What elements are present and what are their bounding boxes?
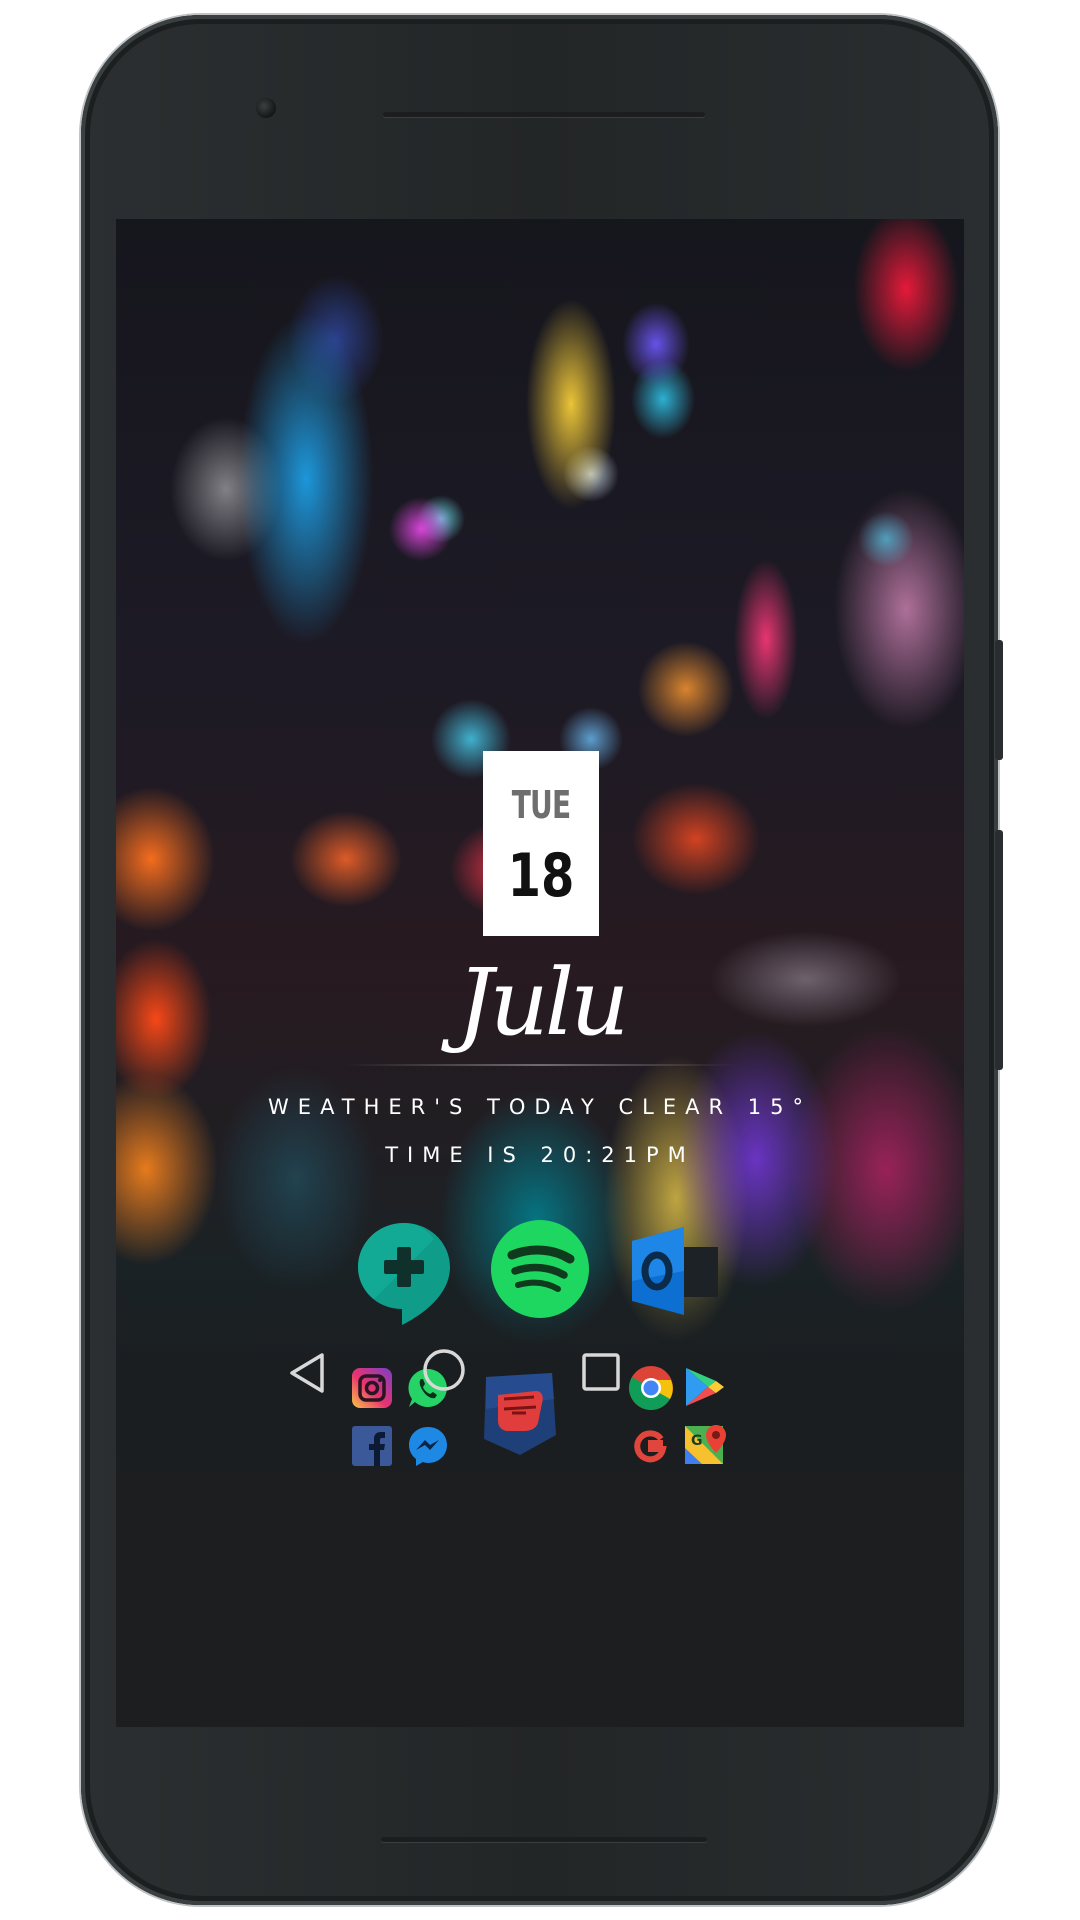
time-text: TIME IS 20:21PM [385, 1143, 695, 1167]
bottom-speaker [381, 1837, 707, 1842]
outlook-icon[interactable] [626, 1221, 726, 1321]
recents-button[interactable] [580, 1351, 622, 1398]
brand-logo: Julu [456, 949, 630, 1056]
date-widget[interactable]: TUE 18 [483, 751, 599, 936]
power-button [995, 640, 1003, 760]
messenger-icon[interactable] [406, 1424, 450, 1468]
volume-button [995, 830, 1003, 1070]
fist-icon[interactable] [478, 1369, 560, 1459]
day-number: 18 [507, 841, 575, 911]
svg-text:G: G [691, 1433, 703, 1449]
front-camera [256, 98, 276, 118]
instagram-icon[interactable] [350, 1366, 394, 1410]
weather-text: WEATHER'S TODAY CLEAR 15° [268, 1095, 812, 1119]
spotify-icon[interactable] [490, 1219, 590, 1319]
play-store-icon[interactable] [682, 1364, 728, 1410]
day-of-week: TUE [511, 783, 571, 827]
hangouts-icon[interactable] [354, 1219, 454, 1325]
back-icon [290, 1353, 324, 1393]
maps-icon[interactable]: G [682, 1423, 730, 1471]
home-button[interactable] [421, 1347, 467, 1398]
recents-icon [582, 1353, 620, 1391]
top-speaker [383, 112, 705, 117]
google-icon[interactable] [627, 1423, 673, 1469]
facebook-icon[interactable] [350, 1424, 394, 1468]
chrome-icon[interactable] [627, 1364, 675, 1412]
divider [346, 1064, 736, 1066]
home-screen: TUE 18 Julu WEATHER'S TODAY CLEAR 15° TI… [116, 219, 964, 1727]
home-icon [423, 1349, 465, 1391]
back-button[interactable] [286, 1351, 328, 1400]
